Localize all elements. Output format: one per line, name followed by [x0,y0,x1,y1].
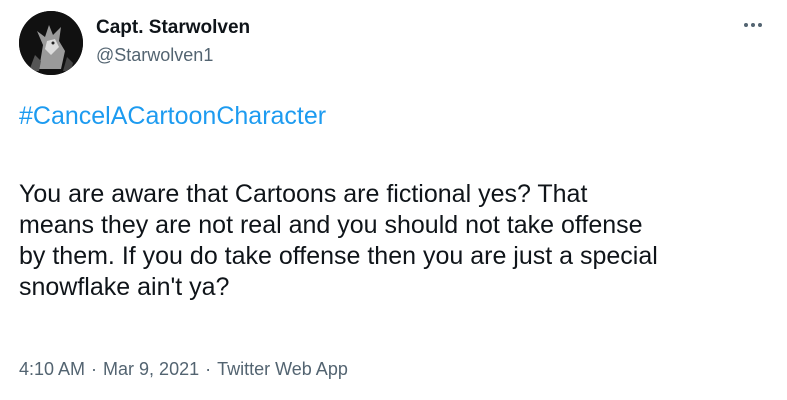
tweet-text-line: means they are not real and you should n… [19,211,643,239]
tweet-time[interactable]: 4:10 AM [19,359,85,379]
tweet-date[interactable]: Mar 9, 2021 [103,359,199,379]
dot [744,23,748,27]
tweet-text-line: by them. If you do take offense then you… [19,242,658,270]
tweet-card: Capt. Starwolven @Starwolven1 #CancelACa… [0,0,787,400]
separator: · [205,359,212,379]
hashtag-link[interactable]: #CancelACartoonCharacter [19,102,326,131]
avatar[interactable] [19,11,83,75]
author-name[interactable]: Capt. Starwolven [96,17,250,39]
more-options-icon[interactable] [738,14,768,36]
author-handle[interactable]: @Starwolven1 [96,45,213,66]
dot [751,23,755,27]
tweet-source[interactable]: Twitter Web App [217,359,348,379]
tweet-text-line: You are aware that Cartoons are fictiona… [19,180,588,208]
separator: · [91,359,98,379]
tweet-text: You are aware that Cartoons are fictiona… [19,179,769,303]
wolf-avatar-icon [19,11,83,75]
tweet-text-line: snowflake ain't ya? [19,273,230,301]
dot [758,23,762,27]
tweet-meta: 4:10 AM · Mar 9, 2021 · Twitter Web App [19,359,348,380]
